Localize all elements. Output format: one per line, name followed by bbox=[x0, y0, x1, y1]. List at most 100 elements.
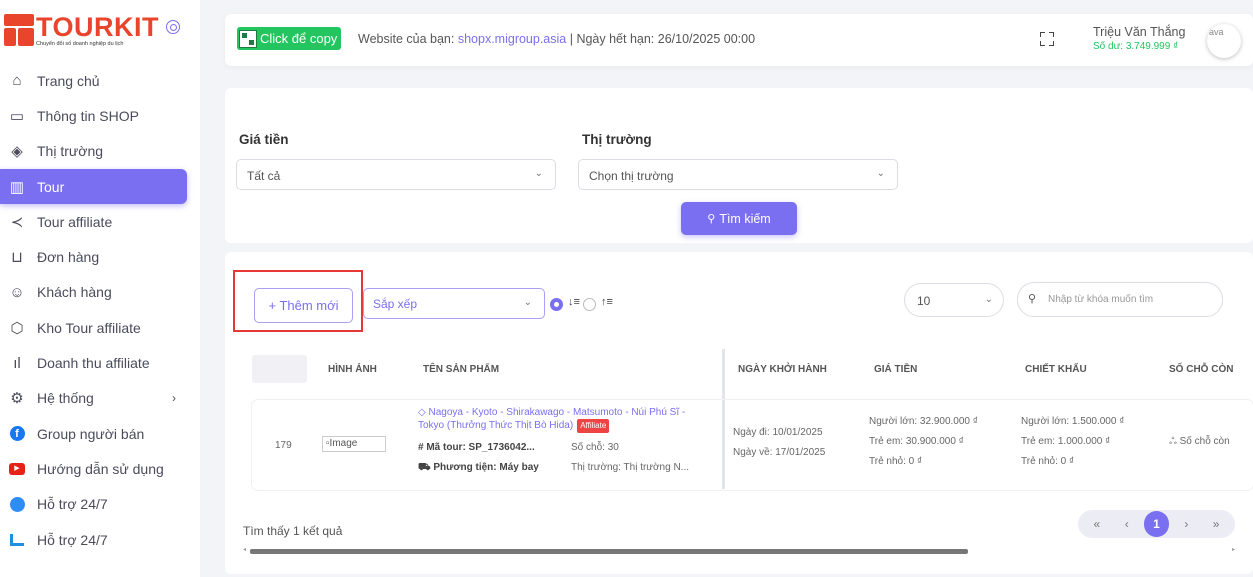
tour-seats: Số chỗ: 30 bbox=[571, 442, 619, 453]
col-header-price: GIÁ TIỀN bbox=[874, 364, 918, 375]
tour-image-alt: Image bbox=[329, 438, 358, 449]
users-icon: ஃ bbox=[1169, 436, 1180, 447]
sidebar-item-label: Khách hàng bbox=[37, 284, 112, 301]
horizontal-scrollbar[interactable]: ◂ ▸ bbox=[243, 546, 1235, 554]
facebook-icon: f bbox=[8, 425, 26, 443]
sort-asc-icon: ↑≡ bbox=[601, 296, 613, 308]
sidebar-item-affiliate-revenue[interactable]: ıl Doanh thu affiliate bbox=[0, 345, 200, 380]
sidebar-item-tour[interactable]: ▥ Tour bbox=[0, 168, 187, 205]
price-infant: Trẻ nhỏ: 0 ₫ bbox=[869, 456, 923, 467]
fullscreen-icon[interactable] bbox=[1040, 32, 1054, 46]
col-header-remaining: SỐ CHỖ CÒN bbox=[1169, 364, 1234, 375]
col-header-discount: CHIẾT KHẤU bbox=[1025, 364, 1087, 375]
sidebar-item-label: Tour affiliate bbox=[37, 213, 113, 230]
sidebar-item-seller-group[interactable]: f Group người bán bbox=[0, 416, 200, 451]
avatar-alt-text: ava bbox=[1209, 27, 1224, 37]
copy-link-button[interactable]: Click để copy bbox=[237, 27, 342, 50]
sidebar-item-shop-info[interactable]: ▭ Thông tin SHOP bbox=[0, 98, 200, 133]
layers-icon: ◈ bbox=[11, 143, 23, 161]
sidebar-item-support-zalo[interactable]: Hỗ trợ 24/7 bbox=[0, 522, 200, 557]
search-button-label: Tìm kiếm bbox=[719, 211, 771, 226]
affiliate-badge: Affiliate bbox=[577, 419, 610, 433]
price-filter-label: Giá tiền bbox=[239, 132, 289, 147]
tour-name-link[interactable]: ◇ Nagoya - Kyoto - Shirakawago - Matsumo… bbox=[418, 407, 688, 433]
page-prev-button[interactable]: ‹ bbox=[1112, 517, 1142, 531]
tag-icon: ◇ bbox=[418, 407, 429, 418]
scrollbar-thumb[interactable] bbox=[250, 549, 968, 554]
site-info: Website của bạn: shopx.migroup.asia | Ng… bbox=[358, 32, 755, 46]
expiry-text: | Ngày hết hạn: 26/10/2025 00:00 bbox=[566, 32, 756, 46]
table-header-index-cell bbox=[252, 355, 307, 383]
tour-transport-text: Phương tiện: Máy bay bbox=[433, 462, 539, 473]
cart-icon: ⊔ bbox=[11, 249, 23, 267]
sidebar-item-label: Hệ thống bbox=[37, 390, 94, 407]
add-new-button[interactable]: + Thêm mới bbox=[254, 288, 353, 323]
page-last-button[interactable]: » bbox=[1201, 517, 1231, 531]
remaining-seats: ஃ Số chỗ còn bbox=[1169, 436, 1230, 448]
sidebar-item-guide[interactable]: ▶ Hướng dẫn sử dụng bbox=[0, 451, 200, 486]
sidebar-item-label: Tour bbox=[37, 178, 65, 195]
chevron-right-icon: › bbox=[172, 391, 176, 406]
return-date: Ngày về: 17/01/2025 bbox=[733, 447, 826, 458]
discount-adult: Người lớn: 1.500.000 ₫ bbox=[1021, 416, 1125, 427]
sidebar-item-support-messenger[interactable]: Hỗ trợ 24/7 bbox=[0, 487, 200, 522]
page-size-select[interactable]: 10 ⌄ bbox=[904, 283, 1004, 317]
sidebar-item-home[interactable]: ⌂ Trang chủ bbox=[0, 63, 200, 98]
youtube-icon: ▶ bbox=[8, 460, 26, 478]
keyword-placeholder: Nhập từ khóa muốn tìm bbox=[1048, 294, 1154, 305]
result-count: Tìm thấy 1 kết quả bbox=[243, 524, 343, 538]
sidebar-item-system[interactable]: ⚙ Hệ thống › bbox=[0, 381, 200, 416]
market-filter-select[interactable]: Chọn thị trường ⌄ bbox=[578, 159, 898, 190]
avatar[interactable]: ava bbox=[1207, 24, 1241, 58]
sidebar-item-customers[interactable]: ☺ Khách hàng bbox=[0, 275, 200, 310]
copy-link-label: Click để copy bbox=[260, 31, 338, 46]
market-filter-label: Thị trường bbox=[582, 132, 652, 147]
tour-image: ▫Image bbox=[322, 436, 386, 452]
row-id: 179 bbox=[275, 440, 292, 451]
logo-mark bbox=[4, 14, 34, 46]
users-icon: ☺ bbox=[9, 283, 25, 301]
chevron-down-icon: ⌄ bbox=[984, 294, 993, 305]
sidebar-item-label: Thông tin SHOP bbox=[37, 107, 139, 124]
site-url-link[interactable]: shopx.migroup.asia bbox=[458, 32, 566, 46]
sidebar-toggle-icon[interactable] bbox=[166, 20, 180, 34]
gear-icon: ⚙ bbox=[10, 390, 24, 408]
tour-list-card: + Thêm mới Sắp xếp ⌄ ↓≡ ↑≡ 10 ⌄ ⚲ Nhập từ k… bbox=[225, 252, 1253, 574]
sort-select-value: Sắp xếp bbox=[373, 297, 418, 311]
search-icon: ⚲ bbox=[1028, 293, 1037, 305]
price-filter-select[interactable]: Tất cả ⌄ bbox=[236, 159, 556, 190]
pagination: « ‹ 1 › » bbox=[1078, 510, 1235, 538]
tour-code: # Mã tour: SP_1736042... bbox=[418, 442, 535, 453]
chevron-down-icon: ⌄ bbox=[523, 297, 532, 308]
qr-code-icon bbox=[239, 29, 257, 48]
page-current-button[interactable]: 1 bbox=[1143, 511, 1170, 537]
page-first-button[interactable]: « bbox=[1082, 517, 1112, 531]
sidebar-item-market[interactable]: ◈ Thị trường bbox=[0, 134, 200, 169]
logo-tagline: Chuyển đổi số doanh nghiệp du lịch bbox=[36, 41, 124, 47]
col-header-departure: NGÀY KHỞI HÀNH bbox=[738, 364, 827, 375]
sort-select[interactable]: Sắp xếp ⌄ bbox=[363, 288, 545, 319]
sort-asc-radio[interactable] bbox=[583, 298, 596, 311]
search-icon: ⚲ bbox=[707, 213, 716, 225]
sidebar-item-tour-affiliate[interactable]: ≺ Tour affiliate bbox=[0, 204, 200, 239]
keyword-search-input[interactable]: ⚲ Nhập từ khóa muốn tìm bbox=[1017, 282, 1223, 317]
sidebar-item-orders[interactable]: ⊔ Đơn hàng bbox=[0, 239, 200, 274]
sort-desc-radio[interactable] bbox=[550, 298, 563, 311]
page-size-value: 10 bbox=[917, 294, 931, 308]
scroll-left-arrow-icon[interactable]: ◂ bbox=[243, 546, 246, 553]
search-button[interactable]: ⚲ Tìm kiếm bbox=[681, 202, 797, 235]
user-name[interactable]: Triệu Văn Thắng bbox=[1093, 25, 1185, 39]
scroll-right-arrow-icon[interactable]: ▸ bbox=[1232, 546, 1235, 553]
page-next-button[interactable]: › bbox=[1171, 517, 1201, 531]
sidebar-item-label: Thị trường bbox=[37, 143, 104, 160]
price-filter-value: Tất cả bbox=[247, 169, 281, 183]
zalo-icon bbox=[8, 531, 26, 549]
sidebar-item-label: Kho Tour affiliate bbox=[37, 319, 141, 336]
tour-name: Nagoya - Kyoto - Shirakawago - Matsumoto… bbox=[418, 407, 686, 431]
tour-transport: ⛟ Phương tiện: Máy bay bbox=[418, 462, 539, 475]
sort-desc-icon: ↓≡ bbox=[568, 296, 580, 308]
logo[interactable]: TOURKIT Chuyển đổi số doanh nghiệp du lị… bbox=[4, 14, 159, 47]
bar-chart-icon: ıl bbox=[13, 354, 21, 372]
sidebar-item-affiliate-store[interactable]: ⬡ Kho Tour affiliate bbox=[0, 310, 200, 345]
logo-wordmark: TOURKIT bbox=[36, 12, 159, 42]
